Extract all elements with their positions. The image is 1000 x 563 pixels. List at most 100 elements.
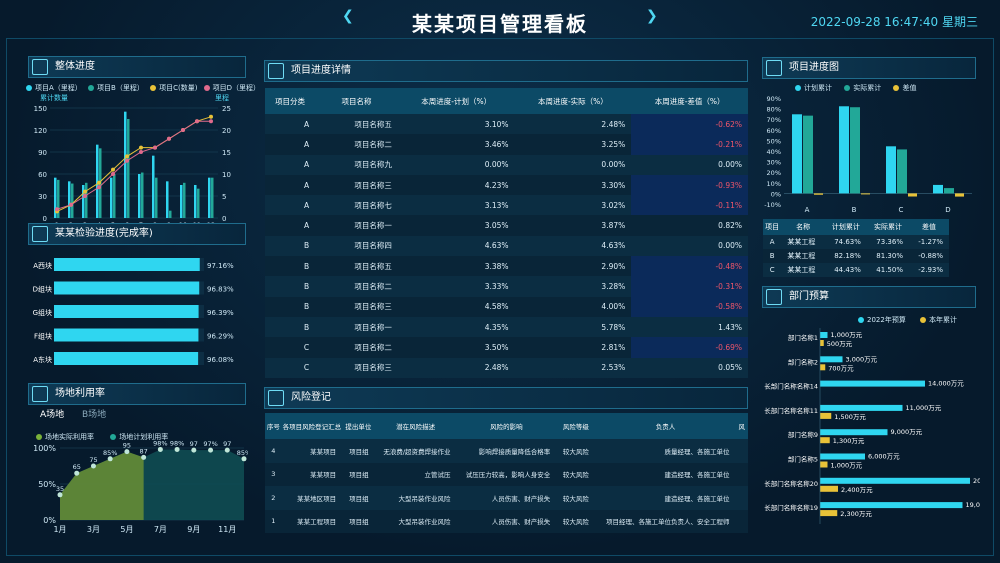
site-point [208, 447, 214, 453]
x-tick: 1月 [53, 525, 66, 534]
detail-cell: 4.23% [484, 180, 509, 190]
insp-bar [54, 305, 199, 318]
detail-cell: 3.02% [601, 200, 626, 210]
detail-cell: 3.13% [484, 200, 509, 210]
progress-cell: 73.36% [876, 238, 903, 246]
bar-a [138, 174, 141, 218]
left-tick: 0 [43, 215, 47, 223]
overall-chart: 15012090603002520151050123456789101112 [34, 105, 231, 228]
insp-value: 96.39% [207, 309, 234, 317]
ytd-bar [820, 364, 826, 371]
progress-bar-1 [897, 149, 907, 194]
point [55, 207, 59, 212]
progress-header-cell: 项目 [763, 219, 782, 235]
legend-c: 项目C(数量) [159, 84, 198, 92]
budget-title: 部门预算 [789, 291, 829, 302]
risk-cell [736, 510, 748, 534]
progress-row: B 某某工程 82.18% 81.30% -0.88% [763, 249, 949, 263]
detail-cell: 3.50% [484, 342, 509, 352]
detail-row: B 项目名称五 3.38% 2.90% -0.48% [265, 256, 748, 277]
detail-row: B 项目名称二 3.33% 3.28% -0.31% [265, 276, 748, 297]
risk-cell: 大型吊装作业风险 [398, 518, 451, 527]
right-tick: 5 [222, 193, 226, 201]
x-tick: D [945, 206, 950, 214]
tab-b-site[interactable]: B场地 [82, 407, 106, 420]
dashboard: 某某项目管理看板 ❮ ❯ 2022-09-28 16:47:40 星期三 整体进… [0, 0, 1000, 563]
progress-row: C 某某工程 44.43% 41.50% -2.93% [763, 263, 949, 277]
y-tick: 50% [767, 137, 781, 145]
progress-chart: 90% 80% 70% 60% 50% 40% 30% 20% 10% 0% -10% A B C D [764, 95, 972, 214]
inspection-panel-header: 某某检验进度(完成率) [28, 223, 246, 245]
risk-title: 风险登记 [291, 392, 331, 403]
bar-a [166, 181, 169, 218]
risk-cell: 建造经理、各施工单位 [664, 494, 730, 503]
detail-cell: 项目名称二 [354, 139, 392, 149]
bar-b [197, 188, 200, 218]
y-tick: 20% [767, 169, 781, 177]
insp-bar [54, 281, 200, 295]
detail-row: A 项目名称二 3.46% 3.25% -0.21% [265, 134, 748, 155]
detail-cell: -0.93% [631, 174, 748, 196]
insp-bar [54, 352, 199, 365]
ytd-bar [820, 485, 838, 492]
legend-dot-budget [858, 317, 864, 323]
detail-cell: -0.31% [631, 276, 748, 297]
progress-bar-2 [908, 193, 917, 197]
progress-bar-2 [955, 193, 964, 197]
risk-cell: 大型吊装作业风险 [398, 494, 451, 503]
bar-b [141, 172, 144, 218]
detail-cell: A [303, 139, 310, 149]
risk-cell: 建造经理、各施工单位 [664, 471, 730, 480]
site-point [157, 446, 163, 452]
risk-cell: 2 [271, 493, 276, 502]
x-tick: C [899, 206, 904, 214]
y-tick: 70% [767, 116, 781, 124]
point [195, 119, 199, 124]
point [83, 194, 87, 198]
detail-cell: 1.43% [718, 322, 742, 332]
budget-legend: 2022年预算 本年累计 [858, 315, 957, 325]
site-point [241, 456, 247, 462]
bar-chart-icon [766, 289, 782, 305]
detail-cell: 4.63% [484, 241, 509, 251]
progress-bar-2 [814, 193, 823, 195]
site-point [174, 446, 180, 452]
detail-cell: 项目名称三 [354, 302, 392, 312]
budget-panel-header: 部门预算 [762, 286, 976, 308]
risk-cell: 人员伤害、财产损失 [491, 518, 551, 527]
y-tick: 40% [767, 148, 781, 156]
risk-cell: 较大风险 [562, 518, 589, 527]
risk-cell: 项目组 [349, 518, 369, 527]
insp-value: 96.83% [207, 286, 234, 294]
detail-cell: 0.00% [601, 160, 626, 170]
risk-cell [736, 439, 748, 463]
risk-cell: 较大风险 [562, 447, 589, 456]
legend-actual-cum: 实际累计 [853, 84, 882, 92]
detail-cell: 项目名称七 [354, 200, 392, 210]
insp-bar [54, 258, 200, 271]
detail-cell: 2.48% [484, 363, 509, 373]
y-tick: 90% [767, 95, 781, 103]
detail-header-cell: 项目分类 [265, 88, 316, 114]
risk-cell: 影响焊接质量降低合格率 [478, 447, 551, 456]
x-tick: 3月 [87, 525, 100, 534]
detail-cell: C [303, 363, 310, 373]
insp-value: 96.29% [207, 333, 234, 341]
risk-cell: 项目组 [349, 447, 369, 456]
detail-cell: -0.62% [631, 114, 748, 135]
detail-cell: 5.78% [601, 322, 626, 332]
y-tick: 60% [767, 127, 781, 135]
detail-cell: 项目名称四 [354, 241, 392, 251]
site-point [74, 470, 80, 476]
tab-a-site[interactable]: A场地 [40, 407, 64, 420]
legend-dot-diff [893, 85, 900, 91]
bar-a [180, 185, 183, 218]
legend-dot-b [88, 85, 95, 91]
legend-a: 项目A（里程） [35, 84, 82, 92]
risk-cell: 某某地区项目 [297, 494, 337, 503]
budget-bar [820, 477, 970, 484]
detail-table: 项目分类 项目名称 本周进度-计划（%） 本周进度-实际（%） 本周进度-差值（%） A 项… [265, 88, 748, 378]
right-tick: 0 [222, 215, 226, 223]
y-tick: -10% [764, 201, 781, 209]
progress-cell: 某某工程 [787, 238, 816, 246]
